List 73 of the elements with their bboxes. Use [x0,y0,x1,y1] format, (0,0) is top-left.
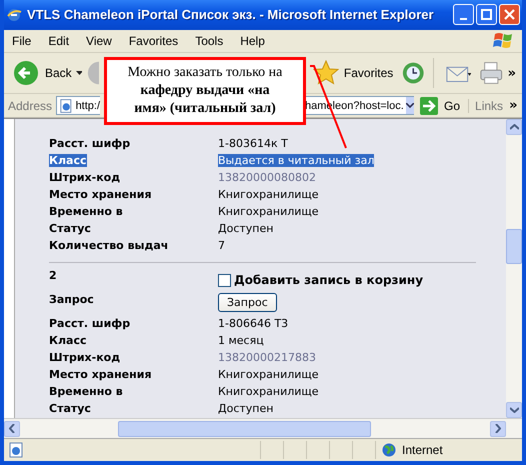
checkbox[interactable] [218,274,231,287]
checkbox-label: Добавить запись в корзину [234,273,424,288]
field-label: Класс [49,334,87,348]
chevron-down-icon[interactable] [510,407,518,414]
menu-item[interactable]: Favorites [128,34,178,48]
browser-icon [6,6,22,23]
field-value: 1-803614к Т [218,137,288,150]
request-button[interactable]: Запрос [218,293,277,312]
field-label: Временно в [49,385,123,398]
scroll-thumb[interactable] [506,229,522,264]
more-button[interactable]: » [509,98,518,114]
zone-label: Internet [402,443,443,458]
page-icon [8,442,24,458]
field-value: Книгохранилище [218,368,319,382]
arrow-right-icon [420,96,438,115]
vertical-scrollbar[interactable] [506,119,522,418]
dropdown-button[interactable] [406,97,414,114]
field-label: Количество выдач [49,239,168,252]
field-label: Расст. шифр [49,137,130,150]
field-label: Временно в [49,205,123,218]
history-icon[interactable] [401,60,426,86]
record-number: 2 [49,269,58,282]
menu-item[interactable]: Tools [195,34,224,48]
field-value: 13820000080802 [218,171,316,184]
field-value: Книгохранилище [218,188,319,202]
field-value: Доступен [218,222,274,236]
scroll-thumb[interactable] [118,420,371,437]
field-label: Расст. шифр [49,317,130,330]
field-value: Выдается в читальный зал [218,154,374,168]
callout-text: Можно заказать только на кафедру выдачи «на имя» (читальный зал) [126,64,284,118]
close-button[interactable] [499,4,520,26]
minimize-button[interactable] [453,4,474,26]
minimize-icon [460,18,467,20]
field-label: Штрих-код [49,171,120,184]
menu-item[interactable]: View [86,34,112,48]
close-icon [504,9,515,20]
caret-icon[interactable] [76,71,82,76]
field-label: Штрих-код [49,351,120,364]
field-label: Статус [49,222,91,236]
globe-icon [382,443,396,458]
field-label: Место хранения [49,368,152,382]
field-value: 13820000217883 [218,351,316,364]
field-value: Книгохранилище [218,205,319,218]
back-button[interactable]: Back [12,59,72,88]
field-label: Запрос [49,293,95,306]
horizontal-scrollbar[interactable] [4,418,522,438]
links-button[interactable]: Links [468,98,504,113]
chevron-left-icon[interactable] [9,424,15,434]
field-value: 1 месяц [218,334,264,348]
field-label: Место хранения [49,188,152,202]
printer-icon[interactable] [479,60,504,86]
field-label: Статус [49,402,91,416]
menu-item[interactable]: Help [240,34,265,48]
chevron-down-icon [406,103,414,108]
field-value: 7 [218,239,225,252]
menu-item[interactable]: Edit [48,34,70,48]
maximize-button[interactable] [476,4,497,26]
address-label: Address [8,98,52,113]
page-icon [59,98,74,114]
address-field[interactable]: http:/ [56,96,100,116]
window-title: VTLS Chameleon iPortal Список экз. - Microsoft Internet Explorer [27,7,434,22]
field-value: Доступен [218,402,274,416]
chevron-right-icon[interactable] [495,424,501,434]
more-button[interactable]: » [508,66,516,81]
field-value: Книгохранилище [218,385,319,398]
field-label: Класс [49,154,87,168]
go-button[interactable]: Go [418,96,464,115]
maximize-icon [481,9,492,20]
menu-item[interactable]: File [12,34,32,48]
chevron-up-icon[interactable] [510,124,518,130]
star-icon [312,60,339,86]
favorites-button[interactable]: Favorites [312,60,394,86]
field-value: 1-806646 Т3 [218,317,288,330]
